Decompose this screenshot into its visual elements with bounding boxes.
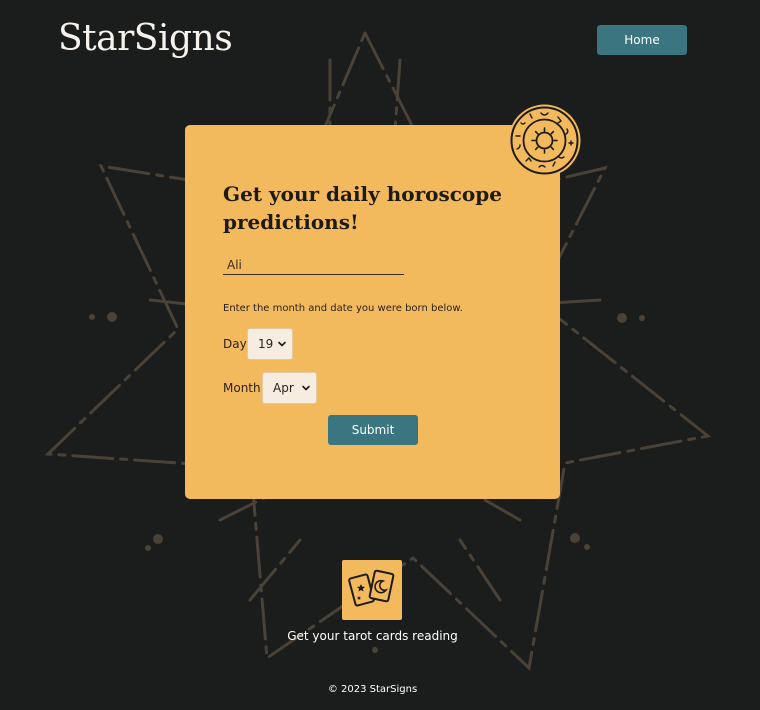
- name-input[interactable]: [223, 255, 404, 275]
- month-label: Month:: [223, 381, 265, 395]
- form-title: Get your daily horoscope predictions!: [223, 182, 502, 234]
- day-label: Day:: [223, 337, 250, 351]
- tarot-reading-link[interactable]: Get your tarot cards reading: [260, 629, 485, 643]
- tarot-cards-icon[interactable]: [342, 560, 402, 620]
- chevron-down-icon: [302, 385, 310, 391]
- submit-button[interactable]: Submit: [328, 415, 418, 445]
- month-select[interactable]: Apr: [262, 372, 317, 404]
- horoscope-form-card: Get your daily horoscope predictions! En…: [185, 125, 560, 499]
- home-button[interactable]: Home: [597, 25, 687, 55]
- site-logo[interactable]: StarSigns: [58, 14, 233, 64]
- day-select-value: 19: [258, 337, 274, 351]
- chevron-down-icon: [278, 341, 286, 347]
- month-select-value: Apr: [273, 381, 294, 395]
- day-select[interactable]: 19: [247, 328, 293, 360]
- zodiac-wheel-icon: [508, 104, 581, 177]
- footer-copyright: © 2023 StarSigns: [327, 684, 418, 695]
- birthdate-instructions: Enter the month and date you were born b…: [223, 303, 463, 314]
- tarot-cards-graphic: [348, 569, 395, 607]
